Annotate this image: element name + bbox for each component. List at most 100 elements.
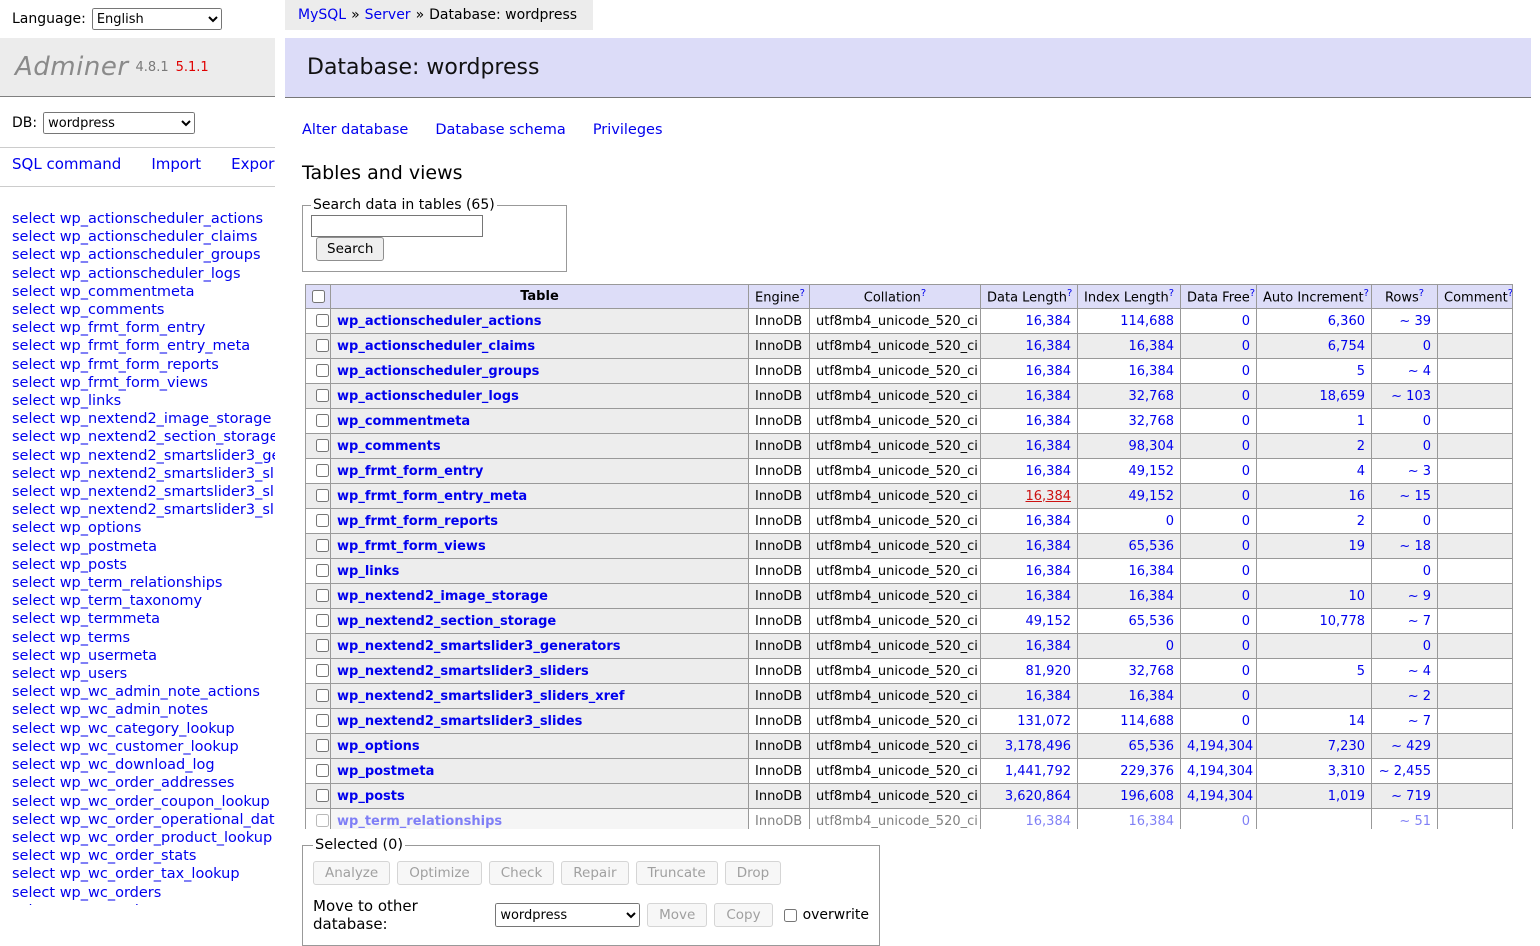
table-link[interactable]: wp_commentmeta bbox=[337, 414, 470, 429]
row-checkbox[interactable] bbox=[316, 689, 329, 702]
sidebar-select-link[interactable]: select bbox=[12, 830, 55, 846]
copy-button[interactable]: Copy bbox=[714, 903, 772, 927]
sidebar-select-link[interactable]: select bbox=[12, 302, 55, 318]
sidebar-select-link[interactable]: select bbox=[12, 611, 55, 627]
action-privileges[interactable]: Privileges bbox=[593, 122, 663, 138]
sidebar-table-link[interactable]: wp_wc_category_lookup bbox=[60, 721, 235, 737]
sidebar-select-link[interactable]: select bbox=[12, 539, 55, 555]
sidebar-select-link[interactable]: select bbox=[12, 466, 55, 482]
analyze-button[interactable]: Analyze bbox=[313, 861, 390, 885]
drop-button[interactable]: Drop bbox=[725, 861, 781, 885]
sidebar-table-link[interactable]: wp_wc_admin_note_actions bbox=[60, 684, 260, 700]
sidebar-table-link[interactable]: wp_termmeta bbox=[60, 611, 160, 627]
column-help-icon[interactable]: ? bbox=[1419, 288, 1424, 299]
sidebar-select-link[interactable]: select bbox=[12, 812, 55, 828]
sidebar-table-link[interactable]: wp_wc_customer_lookup bbox=[60, 739, 239, 755]
row-checkbox[interactable] bbox=[316, 439, 329, 452]
sidebar-table-link[interactable]: wp_actionscheduler_claims bbox=[60, 229, 258, 245]
sidebar-select-link[interactable]: select bbox=[12, 247, 55, 263]
row-checkbox[interactable] bbox=[316, 664, 329, 677]
sidebar-select-link[interactable]: select bbox=[12, 739, 55, 755]
language-select[interactable]: English bbox=[92, 8, 222, 30]
breadcrumb-item[interactable]: Server bbox=[365, 7, 411, 23]
column-help-icon[interactable]: ? bbox=[1364, 288, 1369, 299]
sidebar-select-link[interactable]: select bbox=[12, 393, 55, 409]
sidebar-table-link[interactable]: wp_postmeta bbox=[60, 539, 157, 555]
sidebar-select-link[interactable]: select bbox=[12, 375, 55, 391]
row-checkbox[interactable] bbox=[316, 789, 329, 802]
row-checkbox[interactable] bbox=[316, 739, 329, 752]
sidebar-table-link[interactable]: wp_actionscheduler_actions bbox=[60, 211, 263, 227]
sidebar-table-link[interactable]: wp_nextend2_section_storage bbox=[60, 429, 275, 445]
row-checkbox[interactable] bbox=[316, 639, 329, 652]
sidebar-table-link[interactable]: wp_usermeta bbox=[60, 648, 157, 664]
table-link[interactable]: wp_options bbox=[337, 739, 420, 754]
table-link[interactable]: wp_nextend2_section_storage bbox=[337, 614, 556, 629]
sidebar-table-link[interactable]: wp_posts bbox=[60, 557, 127, 573]
sidebar-select-link[interactable]: select bbox=[12, 502, 55, 518]
sidebar-select-link[interactable]: select bbox=[12, 557, 55, 573]
sidebar-table-link[interactable]: wp_actionscheduler_logs bbox=[60, 266, 241, 282]
action-database-schema[interactable]: Database schema bbox=[435, 122, 565, 138]
sidebar-select-link[interactable]: select bbox=[12, 593, 55, 609]
db-select[interactable]: wordpress bbox=[43, 112, 195, 134]
row-checkbox[interactable] bbox=[316, 564, 329, 577]
table-link[interactable]: wp_nextend2_image_storage bbox=[337, 589, 548, 604]
overwrite-checkbox[interactable] bbox=[784, 909, 797, 922]
sidebar-op-import[interactable]: Import bbox=[151, 155, 201, 173]
table-link[interactable]: wp_nextend2_smartslider3_slides bbox=[337, 714, 582, 729]
move-button[interactable]: Move bbox=[647, 903, 707, 927]
table-link[interactable]: wp_frmt_form_reports bbox=[337, 514, 498, 529]
row-checkbox[interactable] bbox=[316, 364, 329, 377]
sidebar-table-link[interactable]: wp_wc_admin_notes bbox=[60, 702, 208, 718]
sidebar-select-link[interactable]: select bbox=[12, 721, 55, 737]
sidebar-select-link[interactable]: select bbox=[12, 429, 55, 445]
repair-button[interactable]: Repair bbox=[561, 861, 628, 885]
sidebar-select-link[interactable]: select bbox=[12, 666, 55, 682]
column-help-icon[interactable]: ? bbox=[1508, 288, 1513, 299]
adminer-logo[interactable]: Adminer bbox=[15, 52, 129, 82]
sidebar-table-link[interactable]: wp_links bbox=[60, 393, 122, 409]
table-link[interactable]: wp_actionscheduler_logs bbox=[337, 389, 519, 404]
sidebar-select-link[interactable]: select bbox=[12, 411, 55, 427]
table-link[interactable]: wp_nextend2_smartslider3_sliders_xref bbox=[337, 689, 625, 704]
sidebar-select-link[interactable]: select bbox=[12, 520, 55, 536]
row-checkbox[interactable] bbox=[316, 714, 329, 727]
sidebar-table-link[interactable]: wp_wc_order_operational_data bbox=[60, 812, 275, 828]
sidebar-table-link[interactable]: wp_terms bbox=[60, 630, 130, 646]
action-alter-database[interactable]: Alter database bbox=[302, 122, 408, 138]
sidebar-select-link[interactable]: select bbox=[12, 266, 55, 282]
sidebar-table-link[interactable]: wp_frmt_form_views bbox=[60, 375, 208, 391]
sidebar-select-link[interactable]: select bbox=[12, 684, 55, 700]
sidebar-select-link[interactable]: select bbox=[12, 284, 55, 300]
sidebar-select-link[interactable]: select bbox=[12, 775, 55, 791]
move-database-select[interactable]: wordpress bbox=[495, 903, 640, 927]
column-help-icon[interactable]: ? bbox=[1169, 288, 1174, 299]
table-link[interactable]: wp_frmt_form_entry_meta bbox=[337, 489, 527, 504]
column-help-icon[interactable]: ? bbox=[1250, 288, 1255, 299]
sidebar-table-link[interactable]: wp_comments bbox=[60, 302, 165, 318]
sidebar-select-link[interactable]: select bbox=[12, 575, 55, 591]
sidebar-select-link[interactable]: select bbox=[12, 229, 55, 245]
sidebar-table-link[interactable]: wp_term_relationships bbox=[60, 575, 223, 591]
sidebar-table-link[interactable]: wp_nextend2_smartslider3_slides bbox=[60, 502, 275, 518]
row-checkbox[interactable] bbox=[316, 339, 329, 352]
breadcrumb-item[interactable]: MySQL bbox=[298, 7, 346, 23]
sidebar-select-link[interactable]: select bbox=[12, 702, 55, 718]
sidebar-table-link[interactable]: wp_wc_order_tax_lookup bbox=[60, 866, 240, 882]
sidebar-table-link[interactable]: wp_wc_order_stats bbox=[60, 848, 197, 864]
sidebar-select-link[interactable]: select bbox=[12, 757, 55, 773]
sidebar-table-link[interactable]: wp_frmt_form_reports bbox=[60, 357, 219, 373]
sidebar-table-link[interactable]: wp_wc_orders bbox=[60, 885, 162, 901]
column-help-icon[interactable]: ? bbox=[1067, 288, 1072, 299]
row-checkbox[interactable] bbox=[316, 489, 329, 502]
sidebar-select-link[interactable]: select bbox=[12, 484, 55, 500]
table-link[interactable]: wp_actionscheduler_groups bbox=[337, 364, 539, 379]
check-button[interactable]: Check bbox=[489, 861, 555, 885]
sidebar-table-link[interactable]: wp_actionscheduler_groups bbox=[60, 247, 261, 263]
sidebar-table-link[interactable]: wp_term_taxonomy bbox=[60, 593, 202, 609]
row-checkbox[interactable] bbox=[316, 514, 329, 527]
sidebar-table-link[interactable]: wp_nextend2_smartslider3_sliders bbox=[60, 466, 275, 482]
sidebar-table-link[interactable]: wp_frmt_form_entry bbox=[60, 320, 206, 336]
search-input[interactable] bbox=[311, 215, 483, 237]
